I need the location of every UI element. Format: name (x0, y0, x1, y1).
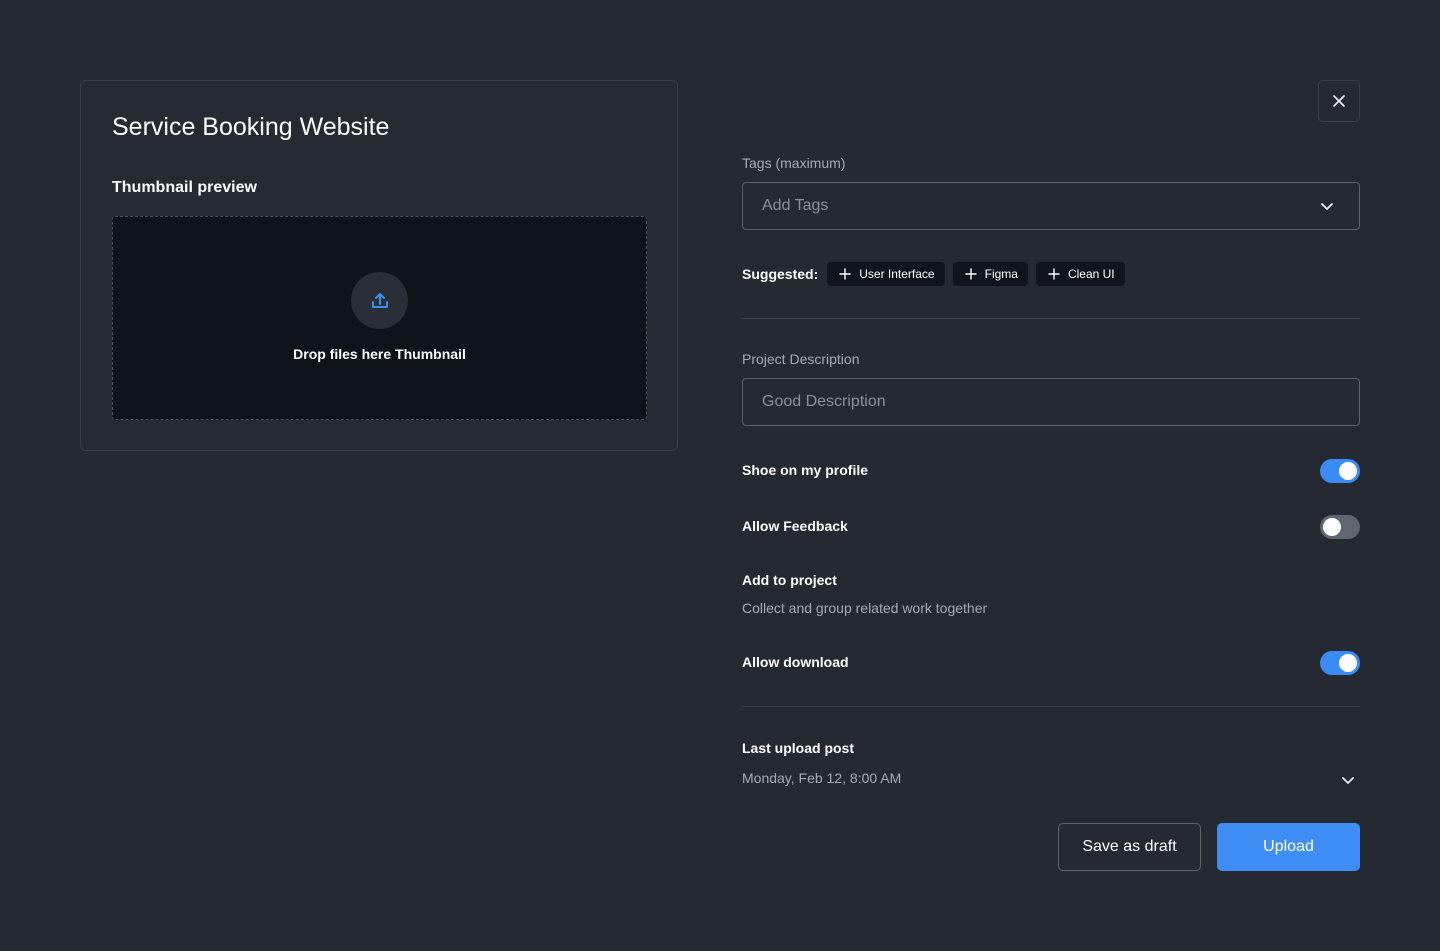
allow-download-toggle[interactable] (1320, 651, 1360, 675)
thumbnail-preview-label: Thumbnail preview (112, 179, 257, 196)
dropzone-label: Drop files here Thumbnail (293, 346, 466, 362)
tags-select[interactable]: Add Tags (742, 182, 1360, 230)
plus-icon (839, 268, 851, 280)
thumbnail-dropzone[interactable]: Drop files here Thumbnail (112, 216, 647, 420)
description-placeholder: Good Description (762, 393, 886, 410)
add-to-project-label[interactable]: Add to project (742, 572, 837, 588)
allow-feedback-label: Allow Feedback (742, 518, 848, 534)
toggle-knob (1339, 654, 1357, 672)
upload-button[interactable] (351, 272, 408, 329)
allow-download-label: Allow download (742, 654, 849, 670)
divider (742, 706, 1360, 707)
suggested-tag-user-interface[interactable]: User Interface (827, 262, 945, 286)
toggle-knob (1323, 518, 1341, 536)
divider (742, 318, 1360, 319)
allow-feedback-toggle[interactable] (1320, 515, 1360, 539)
show-on-profile-label: Shoe on my profile (742, 462, 869, 478)
chevron-down-icon[interactable] (1340, 772, 1356, 788)
description-label: Project Description (742, 351, 860, 367)
suggested-tags: Suggested: User Interface Figma Clean UI (742, 262, 1133, 286)
save-as-draft-button[interactable]: Save as draft (1058, 823, 1201, 871)
suggested-label: Suggested: (742, 266, 819, 282)
toggle-knob (1339, 462, 1357, 480)
suggested-tag-figma[interactable]: Figma (952, 262, 1028, 286)
chevron-down-icon (1321, 203, 1333, 210)
project-title: Service Booking Website (112, 113, 390, 141)
close-button[interactable] (1318, 80, 1360, 122)
project-card: Service Booking Website Thumbnail previe… (80, 80, 678, 451)
add-to-project-description: Collect and group related work together (742, 600, 988, 616)
chip-label: User Interface (859, 267, 935, 281)
plus-icon (964, 268, 977, 280)
last-upload-value: Monday, Feb 12, 8:00 AM (742, 770, 902, 786)
show-on-profile-toggle[interactable] (1320, 459, 1360, 483)
close-icon (1333, 95, 1345, 107)
upload-button[interactable]: Upload (1217, 823, 1360, 871)
description-input[interactable]: Good Description (742, 378, 1360, 426)
tags-label: Tags (maximum) (742, 155, 846, 171)
suggested-tag-clean-ui[interactable]: Clean UI (1035, 262, 1125, 286)
tags-placeholder: Add Tags (762, 197, 829, 214)
chip-label: Clean UI (1067, 267, 1115, 281)
upload-icon (371, 292, 388, 308)
plus-icon (1048, 268, 1060, 280)
last-upload-label: Last upload post (742, 740, 854, 756)
chip-label: Figma (984, 267, 1018, 281)
